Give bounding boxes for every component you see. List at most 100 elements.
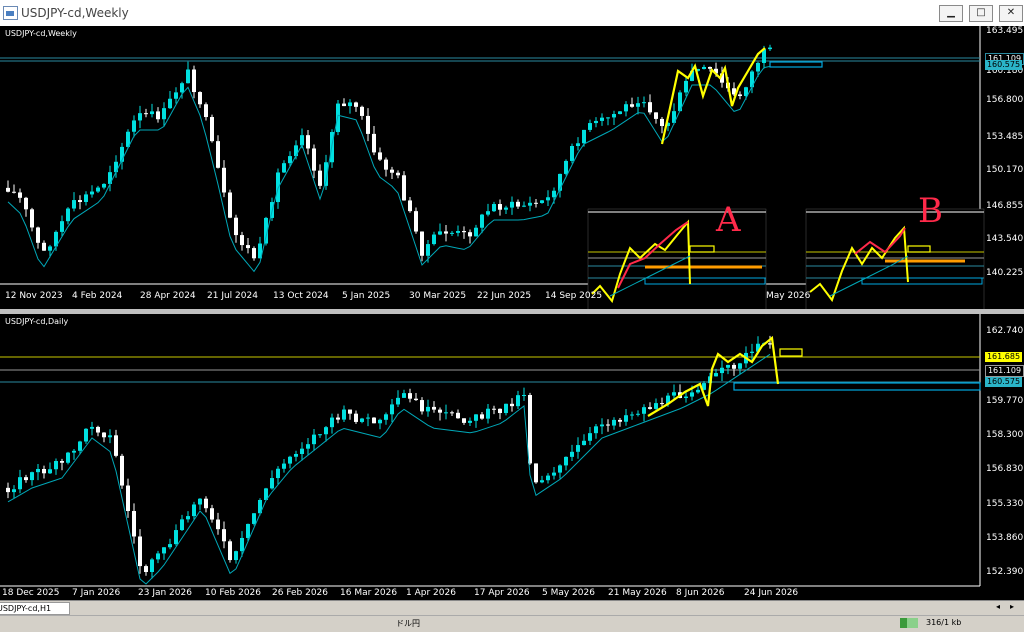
candle-body <box>444 231 448 234</box>
tab-scroll-left-icon[interactable]: ◂ <box>996 602 1000 611</box>
candle-body <box>498 204 502 210</box>
candle-body <box>714 373 718 377</box>
daily-date-label: 21 May 2026 <box>608 588 667 598</box>
candle-body <box>486 211 490 215</box>
candle-body <box>60 461 64 463</box>
inset-a: A <box>587 200 767 309</box>
candle-body <box>144 566 148 572</box>
candle-body <box>192 504 196 517</box>
candle-body <box>480 214 484 228</box>
candle-body <box>234 217 238 236</box>
candle-body <box>336 103 340 133</box>
candle-body <box>156 553 160 560</box>
candle-body <box>510 403 514 407</box>
daily-date-label: 18 Dec 2025 <box>2 588 60 598</box>
candle-body <box>390 169 394 173</box>
daily-date-label: 23 Jan 2026 <box>138 588 192 598</box>
candle-body <box>198 498 202 505</box>
candle-body <box>366 115 370 134</box>
candle-body <box>84 428 88 442</box>
candle-body <box>168 98 172 109</box>
candle-body <box>756 62 760 72</box>
weekly-chart-title: USDJPY-cd,Weekly <box>5 29 77 38</box>
daily-date-label: 5 May 2026 <box>542 588 595 598</box>
daily-price-label: 153.860 <box>986 533 1024 543</box>
candle-body <box>204 498 208 509</box>
daily-date-label: 8 Jun 2026 <box>676 588 725 598</box>
minimize-button[interactable]: ▁ <box>939 5 963 22</box>
candle-body <box>30 209 34 228</box>
candle-body <box>156 111 160 120</box>
weekly-date-label: May 2026 <box>766 291 811 301</box>
candle-body <box>372 417 376 424</box>
candle-body <box>582 440 586 446</box>
weekly-date-label: 21 Jul 2024 <box>207 291 258 301</box>
candle-body <box>588 123 592 130</box>
candle-body <box>12 191 16 193</box>
candle-body <box>492 204 496 212</box>
candle-body <box>702 66 706 70</box>
candle-body <box>90 426 94 429</box>
candle-body <box>492 408 496 410</box>
candle-body <box>18 477 22 490</box>
candle-body <box>522 205 526 207</box>
candle-body <box>426 244 430 256</box>
candle-body <box>546 197 550 201</box>
candle-body <box>306 135 310 149</box>
candle-body <box>618 111 622 115</box>
candle-body <box>504 403 508 414</box>
window-titlebar: USDJPY-cd,Weekly ▁ □ ✕ <box>0 0 1024 27</box>
daily-chart-canvas[interactable] <box>0 314 1024 600</box>
candle-body <box>102 432 106 438</box>
candle-body <box>180 83 184 93</box>
candle-body <box>450 232 454 234</box>
weekly-price-label: 143.540 <box>986 234 1024 244</box>
candle-body <box>120 455 124 486</box>
candle-body <box>288 156 292 164</box>
weekly-date-label: 12 Nov 2023 <box>5 291 63 301</box>
weekly-chart-canvas[interactable]: A B <box>0 26 1024 309</box>
candle-body <box>132 120 136 132</box>
candle-body <box>732 364 736 369</box>
candle-body <box>432 234 436 245</box>
candle-body <box>54 461 58 470</box>
candle-body <box>30 472 34 481</box>
candle-body <box>114 435 118 456</box>
candle-body <box>396 172 400 176</box>
tab-usdjpy-h1[interactable]: USDJPY-cd,H1 <box>0 602 70 615</box>
candle-body <box>348 102 352 107</box>
candle-body <box>660 118 664 127</box>
candle-body <box>312 434 316 445</box>
candle-body <box>18 192 22 198</box>
candle-body <box>726 364 730 368</box>
candle-body <box>24 197 28 210</box>
inset-a-label: A <box>715 200 741 240</box>
daily-chart-panel[interactable]: USDJPY-cd,Daily 162.740 159.770 158.300 156… <box>0 314 1024 600</box>
tab-scroll-right-icon[interactable]: ▸ <box>1010 602 1014 611</box>
candle-body <box>228 541 232 561</box>
maximize-button[interactable]: □ <box>969 5 993 22</box>
close-button[interactable]: ✕ <box>999 5 1023 22</box>
daily-hand-drawn-wave <box>647 335 780 417</box>
candle-body <box>474 414 478 421</box>
candle-body <box>570 146 574 161</box>
candle-body <box>342 409 346 420</box>
daily-date-label: 26 Feb 2026 <box>272 588 329 598</box>
candle-body <box>300 135 304 146</box>
candle-body <box>594 120 598 124</box>
candle-body <box>426 406 430 412</box>
candle-body <box>210 117 214 142</box>
candle-body <box>600 424 604 427</box>
chart-window-icon <box>3 6 18 20</box>
candle-body <box>366 417 370 419</box>
inset-b: B <box>805 191 985 309</box>
candle-body <box>162 547 166 554</box>
candle-body <box>510 201 514 208</box>
weekly-chart-panel[interactable]: A B USDJPY-cd,Weekly 163.495 160.180 156.8… <box>0 26 1024 309</box>
candle-body <box>270 478 274 489</box>
candle-body <box>408 200 412 212</box>
candle-body <box>132 511 136 537</box>
candle-body <box>540 480 544 483</box>
candle-body <box>192 69 196 93</box>
daily-price-box-161685: 161.685 <box>985 352 1022 362</box>
